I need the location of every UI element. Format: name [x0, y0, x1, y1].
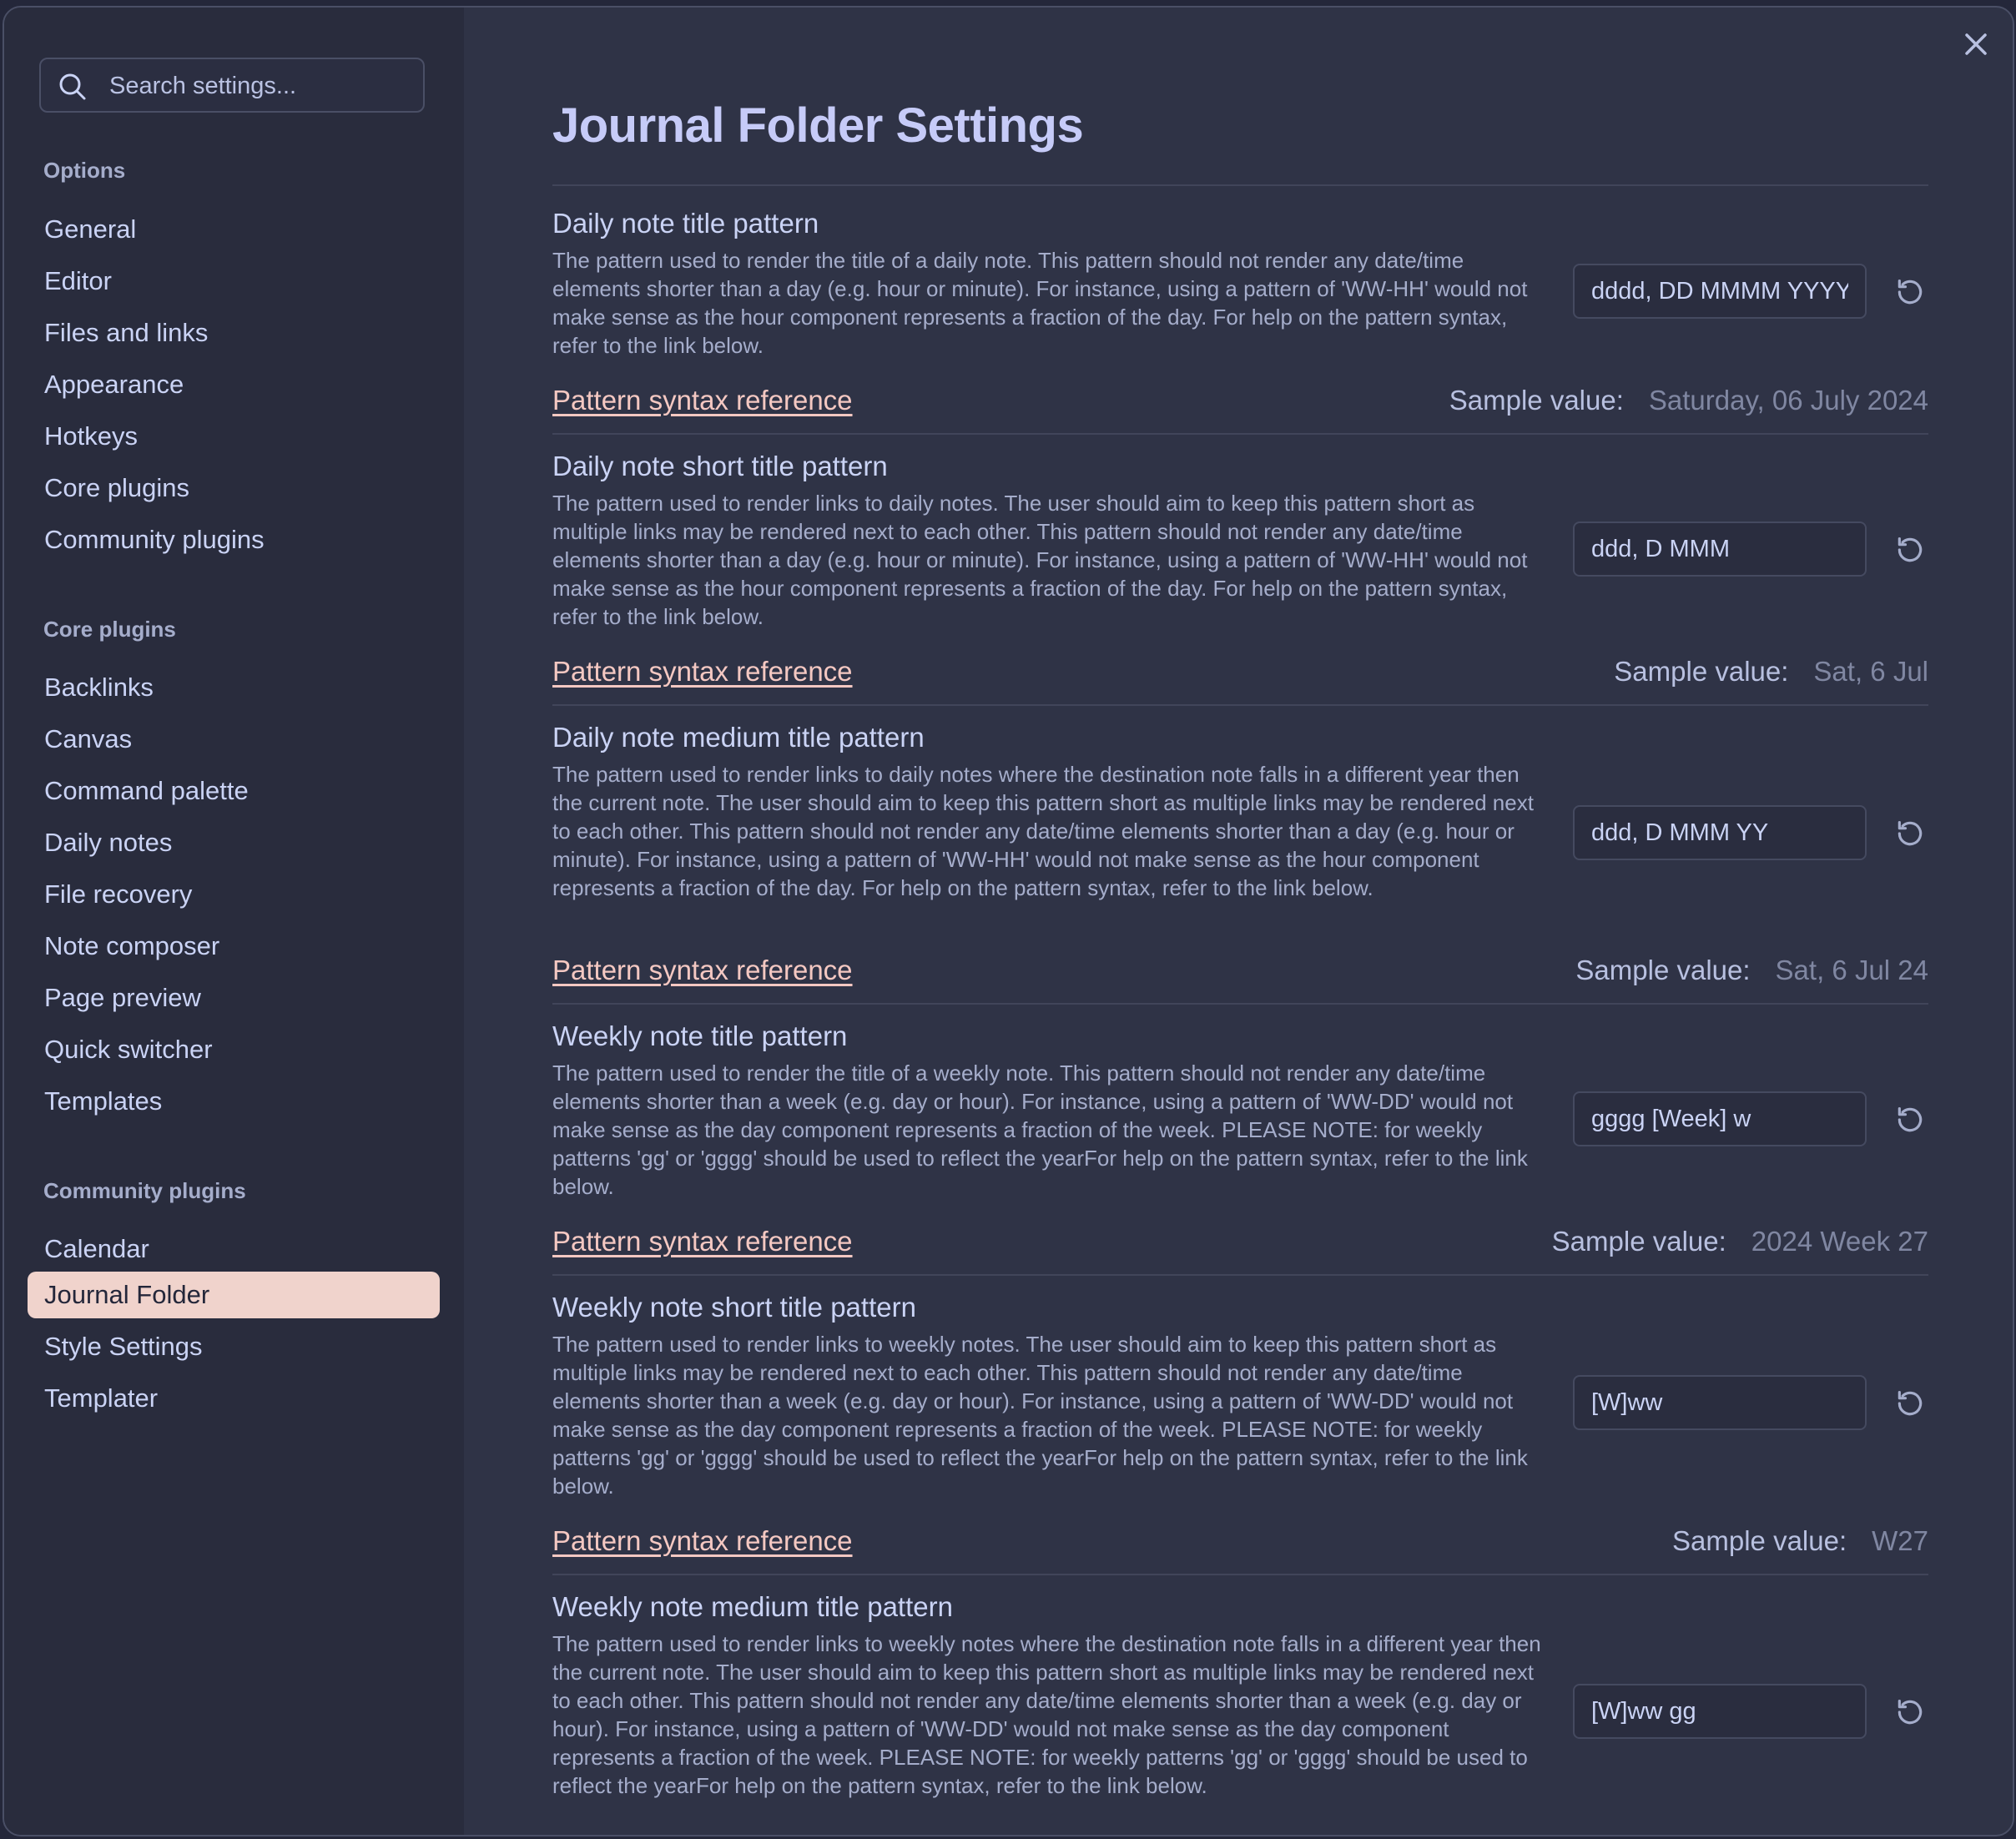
sidebar-item-page-preview[interactable]: Page preview — [28, 975, 440, 1021]
reset-icon[interactable] — [1894, 1104, 1926, 1136]
reference-row: Pattern syntax reference Sample value: W2… — [552, 1525, 1928, 1575]
divider — [552, 1003, 1928, 1005]
setting-description: The pattern used to render links to week… — [552, 1631, 1541, 1798]
sample-value: Sample value: Saturday, 06 July 2024 — [1449, 385, 1928, 416]
close-button[interactable] — [1961, 29, 1991, 63]
pattern-input[interactable] — [1573, 521, 1867, 577]
sample-label: Sample value: — [1551, 1226, 1726, 1257]
sample-value: Sample value: Sat, 6 Jul 24 — [1575, 955, 1928, 986]
sidebar-item-community-plugins[interactable]: Community plugins — [28, 516, 440, 563]
setting-name: Daily note title pattern — [552, 208, 819, 239]
sidebar-item-templater[interactable]: Templater — [28, 1375, 440, 1422]
sample-value-text: Saturday, 06 July 2024 — [1648, 385, 1928, 416]
sidebar-item-general[interactable]: General — [28, 206, 440, 253]
setting-name: Weekly note title pattern — [552, 1020, 848, 1051]
sidebar-item-hotkeys[interactable]: Hotkeys — [28, 413, 440, 460]
reset-icon[interactable] — [1894, 1696, 1926, 1728]
sample-value-text: W27 — [1872, 1525, 1928, 1556]
pattern-syntax-reference-link[interactable]: Pattern syntax reference — [552, 385, 853, 416]
pattern-input[interactable] — [1573, 1684, 1867, 1739]
sidebar-item-core-plugins[interactable]: Core plugins — [28, 465, 440, 511]
setting-name: Weekly note short title pattern — [552, 1292, 916, 1323]
pattern-input[interactable] — [1573, 264, 1867, 319]
setting-description: The pattern used to render links to dail… — [552, 491, 1528, 629]
setting-description: The pattern used to render links to dail… — [552, 762, 1534, 900]
reference-row: Pattern syntax reference Sample value: Sa… — [552, 385, 1928, 435]
search-box[interactable] — [39, 58, 425, 113]
pattern-syntax-reference-link[interactable]: Pattern syntax reference — [552, 656, 853, 688]
sidebar-item-files-and-links[interactable]: Files and links — [28, 310, 440, 356]
sidebar-group-core-plugins: Core plugins — [43, 617, 176, 642]
sidebar-item-appearance[interactable]: Appearance — [28, 361, 440, 408]
sidebar-item-editor[interactable]: Editor — [28, 258, 440, 305]
page-title: Journal Folder Settings — [552, 98, 1084, 153]
sample-label: Sample value: — [1449, 385, 1624, 416]
title-divider — [552, 184, 1928, 186]
search-input[interactable] — [108, 59, 411, 113]
sidebar-item-file-recovery[interactable]: File recovery — [28, 871, 440, 918]
pattern-syntax-reference-link[interactable]: Pattern syntax reference — [552, 955, 853, 986]
reference-row: Pattern syntax reference Sample value: Sa… — [552, 955, 1928, 1005]
reset-icon[interactable] — [1894, 276, 1926, 308]
pattern-input[interactable] — [1573, 1375, 1867, 1430]
pattern-input[interactable] — [1573, 805, 1867, 860]
sidebar-item-note-composer[interactable]: Note composer — [28, 923, 440, 970]
sidebar-item-calendar[interactable]: Calendar — [28, 1226, 440, 1272]
sample-value: Sample value: 2024 Week 27 — [1552, 1226, 1928, 1257]
setting-description: The pattern used to render the title of … — [552, 1061, 1528, 1199]
sample-label: Sample value: — [1575, 955, 1751, 985]
divider — [552, 433, 1928, 435]
sample-label: Sample value: — [1672, 1525, 1847, 1556]
sidebar-group-community-plugins: Community plugins — [43, 1178, 246, 1203]
sidebar-item-backlinks[interactable]: Backlinks — [28, 664, 440, 711]
sidebar-item-command-palette[interactable]: Command palette — [28, 768, 440, 814]
sample-value: Sample value: Sat, 6 Jul — [1614, 656, 1928, 688]
divider — [552, 1574, 1928, 1575]
sidebar-item-quick-switcher[interactable]: Quick switcher — [28, 1026, 440, 1073]
setting-name: Daily note medium title pattern — [552, 722, 925, 753]
reset-icon[interactable] — [1894, 818, 1926, 849]
sidebar-item-journal-folder[interactable]: Journal Folder — [28, 1272, 440, 1318]
reference-row: Pattern syntax reference Sample value: Sa… — [552, 656, 1928, 706]
settings-sidebar: Options General Editor Files and links A… — [4, 8, 464, 1835]
setting-name: Weekly note medium title pattern — [552, 1591, 953, 1622]
sample-value-text: 2024 Week 27 — [1751, 1226, 1928, 1257]
sidebar-group-options: Options — [43, 158, 126, 183]
sample-label: Sample value: — [1614, 656, 1789, 687]
pattern-syntax-reference-link[interactable]: Pattern syntax reference — [552, 1525, 853, 1557]
sidebar-item-canvas[interactable]: Canvas — [28, 716, 440, 763]
settings-modal: Options General Editor Files and links A… — [3, 6, 2014, 1836]
reference-row: Pattern syntax reference Sample value: 20… — [552, 1226, 1928, 1276]
setting-description: The pattern used to render the title of … — [552, 248, 1528, 358]
settings-content: Journal Folder Settings Daily note title… — [464, 8, 2013, 1835]
pattern-syntax-reference-link[interactable]: Pattern syntax reference — [552, 1226, 853, 1257]
sidebar-item-style-settings[interactable]: Style Settings — [28, 1323, 440, 1370]
sample-value-text: Sat, 6 Jul — [1813, 656, 1928, 687]
divider — [552, 704, 1928, 706]
sample-value: Sample value: W27 — [1672, 1525, 1928, 1557]
pattern-input[interactable] — [1573, 1091, 1867, 1146]
sidebar-item-daily-notes[interactable]: Daily notes — [28, 819, 440, 866]
setting-name: Daily note short title pattern — [552, 451, 888, 481]
sample-value-text: Sat, 6 Jul 24 — [1775, 955, 1928, 985]
close-icon — [1965, 33, 1987, 55]
reset-icon[interactable] — [1894, 1388, 1926, 1419]
reset-icon[interactable] — [1894, 534, 1926, 566]
divider — [552, 1274, 1928, 1276]
search-icon — [59, 73, 86, 100]
sidebar-item-templates[interactable]: Templates — [28, 1078, 440, 1125]
setting-description: The pattern used to render links to week… — [552, 1332, 1528, 1499]
